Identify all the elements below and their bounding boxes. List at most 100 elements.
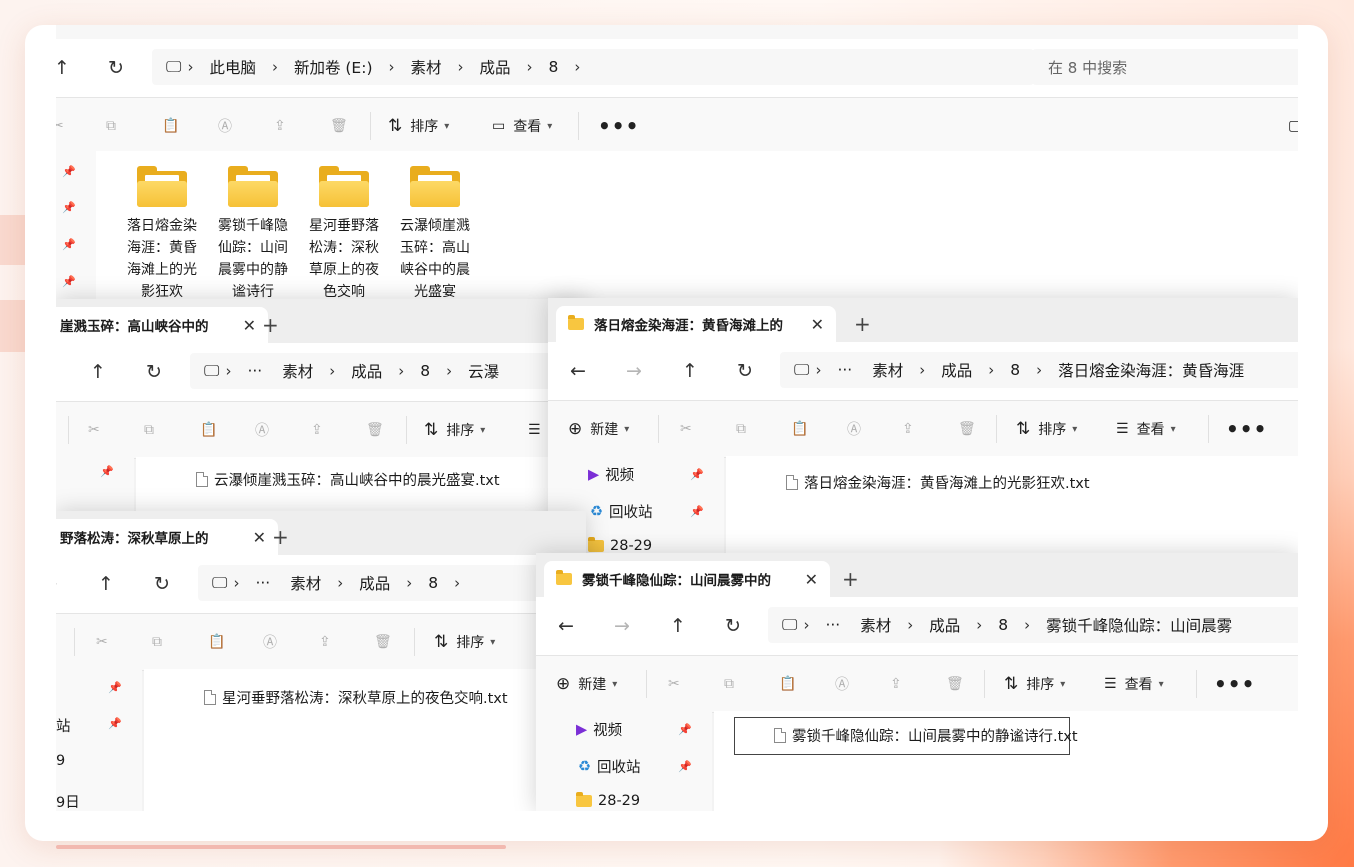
up-button[interactable]: ↑ [670,597,686,655]
breadcrumb-item[interactable]: 素材 [282,360,313,382]
breadcrumb-item[interactable]: 此电脑 [209,56,256,78]
sort-button[interactable]: ⇅ 排序 ▾ [434,614,495,670]
breadcrumb-item[interactable]: 成品 [929,614,960,636]
breadcrumb-item[interactable]: ··· [247,362,262,380]
copy-button[interactable]: ⧉ [724,656,734,712]
cut-button[interactable]: ✂ [96,614,108,670]
refresh-button[interactable]: ↻ [108,39,124,97]
nav-item[interactable]: 站 [56,715,71,736]
breadcrumb-item[interactable]: ··· [837,361,852,379]
nav-item-video[interactable]: ▶ 视频 [588,464,634,485]
rename-button[interactable]: Ⓐ [847,401,861,457]
nav-item-video[interactable]: ▶ 视频 [576,719,622,740]
tab-active[interactable]: 崖溅玉碎：高山峡谷中的 ✕ [56,307,268,343]
nav-item-folder[interactable]: 28-29 [588,537,652,554]
breadcrumb-item[interactable]: 云瀑 [468,360,499,382]
forward-button[interactable]: → [614,597,630,655]
delete-button[interactable]: 🗑 [330,98,348,154]
horizontal-scrollbar[interactable] [56,845,506,849]
file-item[interactable]: 星河垂野落松涛：深秋草原上的夜色交响.txt [204,687,508,708]
view-button[interactable]: ▭ 查看 ▾ [492,98,552,154]
new-tab-button[interactable]: + [854,312,871,336]
forward-button[interactable]: › [56,555,58,613]
refresh-button[interactable]: ↻ [146,343,162,401]
up-button[interactable]: ↑ [682,342,698,400]
new-button[interactable]: ⊕ 新建 ▾ [568,401,629,457]
up-button[interactable]: ↑ [56,39,70,97]
share-button[interactable]: ⇪ [319,614,331,670]
share-button[interactable]: ⇪ [890,656,902,712]
cut-button[interactable]: ✂ [680,401,692,457]
copy-button[interactable]: ⧉ [152,614,162,670]
address-bar[interactable]: 🖵 › ··· 素材 › 成品 › 8 › 落日熔金染海涯：黄昏海涯 [780,352,1298,388]
paste-button[interactable]: 📋 [200,402,217,458]
breadcrumb-item[interactable]: 成品 [351,360,382,382]
share-button[interactable]: ⇪ [274,98,286,154]
share-button[interactable]: ⇪ [311,402,323,458]
paste-button[interactable]: 📋 [791,401,808,457]
rename-button[interactable]: Ⓐ [255,402,269,458]
breadcrumb-item[interactable]: 8 [420,362,430,380]
cut-button[interactable]: ✂ [88,402,100,458]
rename-button[interactable]: Ⓐ [263,614,277,670]
delete-button[interactable]: 🗑 [374,614,392,670]
back-button[interactable]: ← [558,597,574,655]
breadcrumb-item[interactable]: 成品 [480,56,511,78]
copy-button[interactable]: ⧉ [106,98,116,154]
view-button[interactable]: ☰ 查看 ▾ [1104,656,1164,712]
address-bar[interactable]: 🖵 › ··· 素材 › 成品 › 8 › 云瀑 [190,353,586,389]
breadcrumb-item[interactable]: 8 [998,616,1008,634]
breadcrumb-item[interactable]: 落日熔金染海涯：黄昏海涯 [1058,359,1244,381]
tab-active[interactable]: 雾锁千峰隐仙踪：山间晨雾中的 ✕ [544,561,830,597]
nav-item-recycle-bin[interactable]: ♻ 回收站 [590,501,653,522]
breadcrumb-item[interactable]: 8 [1010,361,1020,379]
view-button[interactable]: ☰ [528,402,541,458]
breadcrumb-item[interactable]: 素材 [290,572,321,594]
more-button[interactable]: ••• [1226,401,1267,457]
refresh-button[interactable]: ↻ [154,555,170,613]
tab-active[interactable]: 落日熔金染海涯：黄昏海滩上的 ✕ [556,306,836,342]
close-tab-icon[interactable]: ✕ [805,570,818,589]
cut-button[interactable]: ✂ [56,98,64,154]
breadcrumb-item[interactable]: ··· [255,574,270,592]
breadcrumb-item[interactable]: 素材 [411,56,442,78]
new-tab-button[interactable]: + [842,567,859,591]
new-tab-button[interactable]: + [272,525,289,549]
refresh-button[interactable]: ↻ [725,597,741,655]
breadcrumb-item[interactable]: 8 [428,574,438,592]
forward-button[interactable]: → [626,342,642,400]
address-bar[interactable]: 🖵 › 此电脑 › 新加卷 (E:) › 素材 › 成品 › 8 › [152,49,1034,85]
breadcrumb-item[interactable]: 雾锁千峰隐仙踪：山间晨雾 [1046,614,1232,636]
rename-button[interactable]: Ⓐ [835,656,849,712]
refresh-button[interactable]: ↻ [737,342,753,400]
new-button[interactable]: ⊕ 新建 ▾ [556,656,617,712]
delete-button[interactable]: 🗑 [946,656,964,712]
nav-item[interactable]: 9日 [56,791,80,811]
view-button[interactable]: ☰ 查看 ▾ [1116,401,1176,457]
paste-button[interactable]: 📋 [779,656,796,712]
tab-active[interactable]: 野落松涛：深秋草原上的 ✕ [56,519,278,555]
copy-button[interactable]: ⧉ [736,401,746,457]
copy-button[interactable]: ⧉ [144,402,154,458]
rename-button[interactable]: Ⓐ [218,98,232,154]
search-input[interactable]: 在 8 中搜索 [1032,49,1298,85]
sort-button[interactable]: ⇅ 排序 ▾ [1004,656,1065,712]
breadcrumb-item[interactable]: 成品 [359,572,390,594]
breadcrumb-item[interactable]: ··· [825,616,840,634]
delete-button[interactable]: 🗑 [958,401,976,457]
sort-button[interactable]: ⇅ 排序 ▾ [1016,401,1077,457]
breadcrumb-item[interactable]: 素材 [860,614,891,636]
more-button[interactable]: ••• [1214,656,1255,712]
delete-button[interactable]: 🗑 [366,402,384,458]
nav-item[interactable]: 9 [56,753,65,769]
up-button[interactable]: ↑ [90,343,106,401]
file-item-selected[interactable]: 雾锁千峰隐仙踪：山间晨雾中的静谧诗行.txt [774,725,1078,746]
address-bar[interactable]: 🖵 › ··· 素材 › 成品 › 8 › 雾锁千峰隐仙踪：山间晨雾 [768,607,1298,643]
share-button[interactable]: ⇪ [902,401,914,457]
more-button[interactable]: ••• [598,98,639,154]
details-pane-button[interactable]: ▢ [1288,98,1298,154]
breadcrumb-item[interactable]: 成品 [941,359,972,381]
cut-button[interactable]: ✂ [668,656,680,712]
new-tab-button[interactable]: + [262,313,279,337]
close-tab-icon[interactable]: ✕ [243,316,256,335]
